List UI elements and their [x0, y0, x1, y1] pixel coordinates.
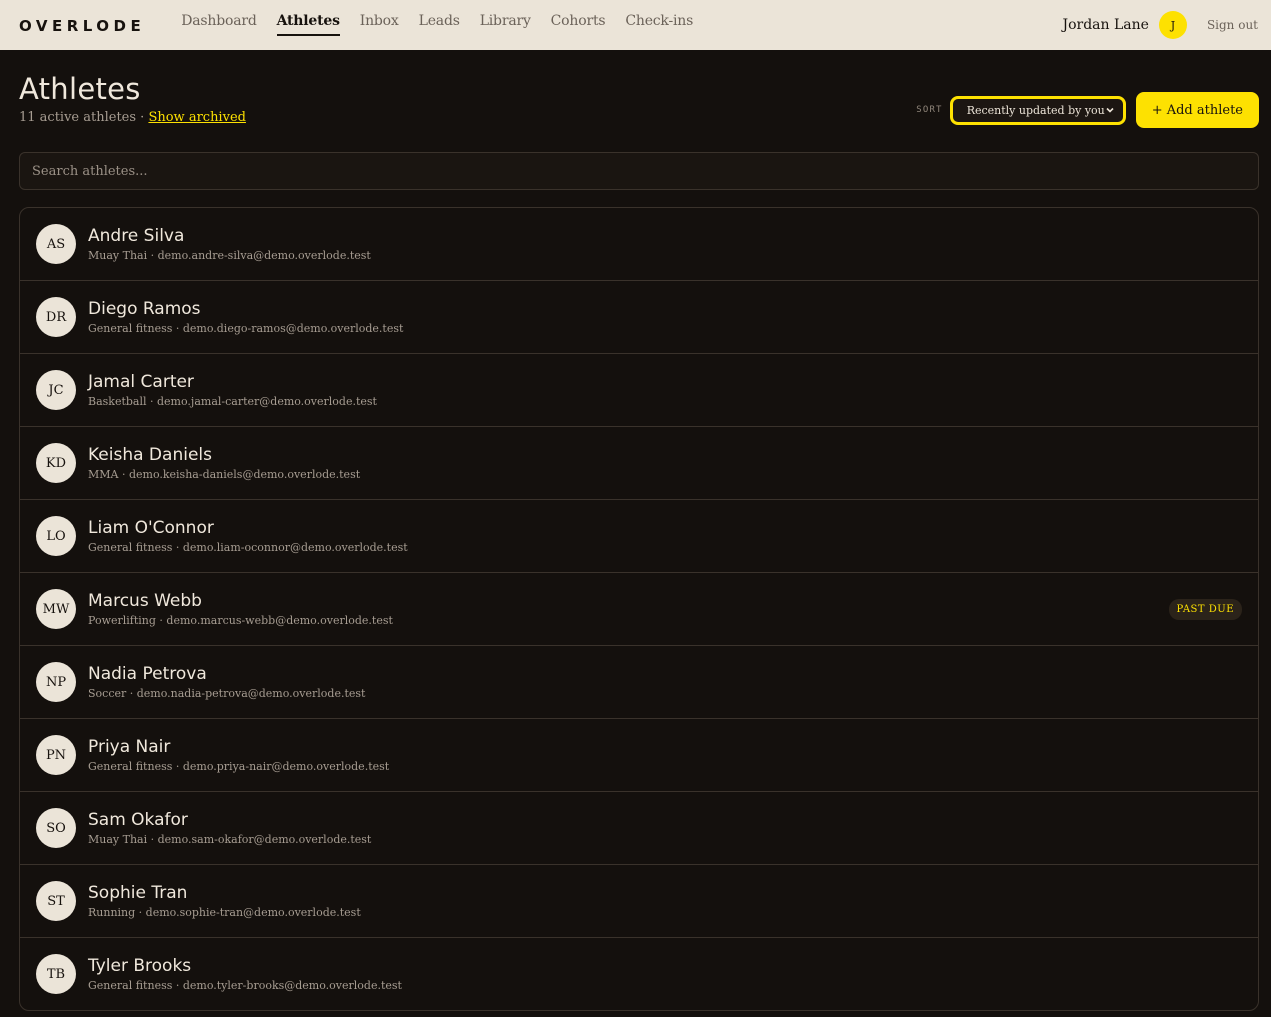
status-badge: PAST DUE [1168, 598, 1242, 620]
athlete-row[interactable]: PN Priya Nair General fitness · demo.priya… [20, 719, 1258, 792]
athlete-avatar: LO [36, 516, 76, 556]
athlete-meta: General fitness · demo.liam-oconnor@demo… [88, 541, 408, 554]
user-area: Jordan Lane J Sign out [1062, 0, 1258, 50]
title-block: Athletes 11 active athletes · Show archi… [19, 72, 916, 125]
athlete-name: Sam Okafor [88, 810, 188, 830]
athlete-avatar: DR [36, 297, 76, 337]
user-avatar[interactable]: J [1158, 11, 1187, 39]
athlete-name: Tyler Brooks [88, 956, 192, 976]
search-input[interactable] [32, 163, 1246, 179]
athlete-avatar: AS [36, 224, 76, 264]
list-controls: SORT Recently updated by you + Add athle… [916, 92, 1259, 128]
athlete-info: Nadia Petrova Soccer · demo.nadia-petrova… [88, 664, 1242, 700]
athlete-row[interactable]: JC Jamal Carter Basketball · demo.jamal-ca… [20, 354, 1258, 427]
athlete-name: Liam O'Connor [88, 518, 214, 538]
athlete-info: Sophie Tran Running · demo.sophie-tran@de… [88, 883, 1242, 919]
nav-item-label: Check-ins [625, 13, 694, 29]
nav-item-athletes[interactable]: Athletes [267, 0, 350, 50]
user-name: Jordan Lane [1062, 17, 1149, 33]
athlete-list: AS Andre Silva Muay Thai · demo.andre-silv… [19, 207, 1259, 1011]
nav-item-check-ins[interactable]: Check-ins [615, 0, 703, 50]
athlete-row[interactable]: LO Liam O'Connor General fitness · demo.li… [20, 500, 1258, 573]
athlete-row[interactable]: KD Keisha Daniels MMA · demo.keisha-daniel… [20, 427, 1258, 500]
brand-logo[interactable]: OVERLODE [19, 15, 145, 35]
nav-item-library[interactable]: Library [470, 0, 541, 50]
athlete-row[interactable]: DR Diego Ramos General fitness · demo.dieg… [20, 281, 1258, 354]
athlete-info: Tyler Brooks General fitness · demo.tyler… [88, 956, 1242, 992]
chevron-down-icon [1106, 107, 1114, 113]
athlete-row[interactable]: SO Sam Okafor Muay Thai · demo.sam-okafor@… [20, 792, 1258, 865]
athlete-name: Diego Ramos [88, 299, 201, 319]
show-archived-link[interactable]: Show archived [148, 110, 246, 125]
sort-value: Recently updated by you [966, 103, 1105, 117]
athlete-count: 11 active athletes · [19, 110, 149, 125]
athlete-name: Keisha Daniels [88, 445, 212, 465]
nav-item-cohorts[interactable]: Cohorts [541, 0, 616, 50]
athlete-avatar: MW [36, 589, 76, 629]
athlete-avatar: TB [36, 954, 76, 994]
athlete-meta: General fitness · demo.tyler-brooks@demo… [88, 979, 402, 992]
athlete-info: Marcus Webb Powerlifting · demo.marcus-we… [88, 591, 1169, 627]
athlete-info: Jamal Carter Basketball · demo.jamal-cart… [88, 372, 1242, 408]
athlete-row[interactable]: AS Andre Silva Muay Thai · demo.andre-silv… [20, 208, 1258, 281]
athlete-meta: General fitness · demo.priya-nair@demo.o… [88, 760, 390, 773]
athlete-avatar: JC [36, 370, 76, 410]
add-athlete-button[interactable]: + Add athlete [1135, 92, 1259, 128]
athlete-info: Sam Okafor Muay Thai · demo.sam-okafor@de… [88, 810, 1242, 846]
athlete-name: Jamal Carter [88, 372, 194, 392]
athlete-name: Priya Nair [88, 737, 171, 757]
athlete-meta: Basketball · demo.jamal-carter@demo.over… [88, 395, 377, 408]
athlete-name: Nadia Petrova [88, 664, 207, 684]
athlete-info: Diego Ramos General fitness · demo.diego-… [88, 299, 1242, 335]
nav-item-label: Dashboard [181, 13, 257, 29]
top-nav-bar: OVERLODE Dashboard Athletes Inbox Leads Libr… [0, 0, 1271, 50]
athlete-meta: General fitness · demo.diego-ramos@demo.… [88, 322, 404, 335]
athlete-info: Priya Nair General fitness · demo.priya-n… [88, 737, 1242, 773]
nav-item-label: Leads [418, 13, 460, 29]
athlete-info: Andre Silva Muay Thai · demo.andre-silva@… [88, 226, 1242, 262]
nav-item-dashboard[interactable]: Dashboard [171, 0, 266, 50]
athlete-info: Keisha Daniels MMA · demo.keisha-daniels@… [88, 445, 1242, 481]
athlete-name: Marcus Webb [88, 591, 202, 611]
page-header: Athletes 11 active athletes · Show archi… [0, 50, 1271, 152]
athlete-meta: Running · demo.sophie-tran@demo.overlode… [88, 906, 361, 919]
athlete-name: Andre Silva [88, 226, 185, 246]
sort-label: SORT [916, 105, 943, 115]
athlete-row[interactable]: MW Marcus Webb Powerlifting · demo.marcus-… [20, 573, 1258, 646]
athlete-avatar: SO [36, 808, 76, 848]
nav-item-label: Cohorts [550, 13, 606, 29]
nav-item-label: Inbox [359, 13, 399, 29]
athlete-row[interactable]: ST Sophie Tran Running · demo.sophie-tran@… [20, 865, 1258, 938]
main-nav: Dashboard Athletes Inbox Leads Library Cohort… [171, 0, 703, 50]
athlete-meta: Muay Thai · demo.sam-okafor@demo.overlod… [88, 833, 372, 846]
athlete-name: Sophie Tran [88, 883, 188, 903]
athlete-row[interactable]: TB Tyler Brooks General fitness · demo.tyl… [20, 938, 1258, 1010]
athlete-info: Liam O'Connor General fitness · demo.liam… [88, 518, 1242, 554]
page-title: Athletes [19, 72, 141, 106]
athlete-count-line: 11 active athletes · Show archived [19, 110, 916, 125]
athlete-meta: Powerlifting · demo.marcus-webb@demo.ove… [88, 614, 393, 627]
athlete-avatar: ST [36, 881, 76, 921]
search-box [19, 152, 1259, 190]
nav-item-label: Library [479, 13, 531, 29]
athlete-meta: Muay Thai · demo.andre-silva@demo.overlo… [88, 249, 371, 262]
sort-select[interactable]: Recently updated by you [949, 95, 1126, 125]
athlete-avatar: PN [36, 735, 76, 775]
athlete-meta: MMA · demo.keisha-daniels@demo.overlode.… [88, 468, 361, 481]
athlete-meta: Soccer · demo.nadia-petrova@demo.overlod… [88, 687, 366, 700]
athlete-avatar: KD [36, 443, 76, 483]
nav-item-leads[interactable]: Leads [409, 0, 470, 50]
athlete-avatar: NP [36, 662, 76, 702]
nav-item-label: Athletes [276, 13, 340, 36]
sign-out-link[interactable]: Sign out [1207, 18, 1258, 32]
athlete-row[interactable]: NP Nadia Petrova Soccer · demo.nadia-petro… [20, 646, 1258, 719]
nav-item-inbox[interactable]: Inbox [350, 0, 409, 50]
